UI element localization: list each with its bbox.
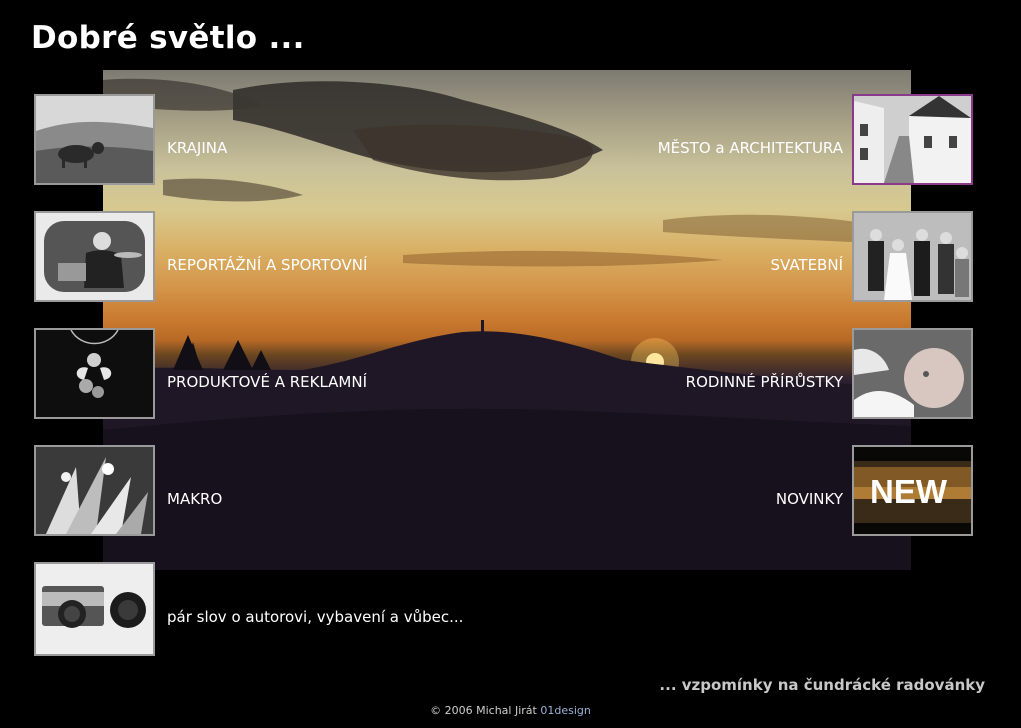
wedding-photo-icon (854, 213, 971, 300)
thumb-reportazni[interactable] (34, 211, 155, 302)
thumb-mesto[interactable] (852, 94, 973, 185)
menu-rodinne[interactable]: RODINNÉ PŘÍRŮSTKY (686, 373, 843, 391)
jewelry-photo-icon (36, 330, 153, 417)
menu-produktove[interactable]: PRODUKTOVÉ A REKLAMNÍ (167, 373, 367, 391)
new-badge-image: NEW (854, 447, 971, 534)
street-photo-icon (854, 96, 971, 183)
thumb-svatebni[interactable] (852, 211, 973, 302)
menu-o-autorovi[interactable]: pár slov o autorovi, vybavení a vůbec... (167, 608, 463, 626)
thumb-novinky[interactable]: NEW (852, 445, 973, 536)
flower-photo-icon (36, 447, 153, 534)
memories-link[interactable]: ... vzpomínky na čundrácké radovánky (659, 676, 985, 694)
thumb-produktove[interactable] (34, 328, 155, 419)
copyright-text: © 2006 Michal Jirát (430, 704, 537, 717)
menu-makro[interactable]: MAKRO (167, 490, 222, 508)
camera-photo-icon (36, 564, 153, 654)
landscape-photo-icon (36, 96, 153, 183)
menu-mesto[interactable]: MĚSTO a ARCHITEKTURA (658, 139, 843, 157)
menu-svatebni[interactable]: SVATEBNÍ (771, 256, 844, 274)
thumb-o-autorovi[interactable] (34, 562, 155, 656)
menu-novinky[interactable]: NOVINKY (776, 490, 843, 508)
menu-reportazni[interactable]: REPORTÁŽNÍ A SPORTOVNÍ (167, 256, 367, 274)
thumb-makro[interactable] (34, 445, 155, 536)
brand-link[interactable]: 01design (540, 704, 591, 717)
baby-photo-icon (854, 330, 971, 417)
drummer-photo-icon (36, 213, 153, 300)
menu-krajina[interactable]: KRAJINA (167, 139, 227, 157)
footer: © 2006 Michal Jirát 01design (0, 704, 1021, 717)
page-title: Dobré světlo ... (31, 20, 305, 56)
new-badge-text: NEW (870, 473, 947, 510)
thumb-rodinne[interactable] (852, 328, 973, 419)
thumb-krajina[interactable] (34, 94, 155, 185)
